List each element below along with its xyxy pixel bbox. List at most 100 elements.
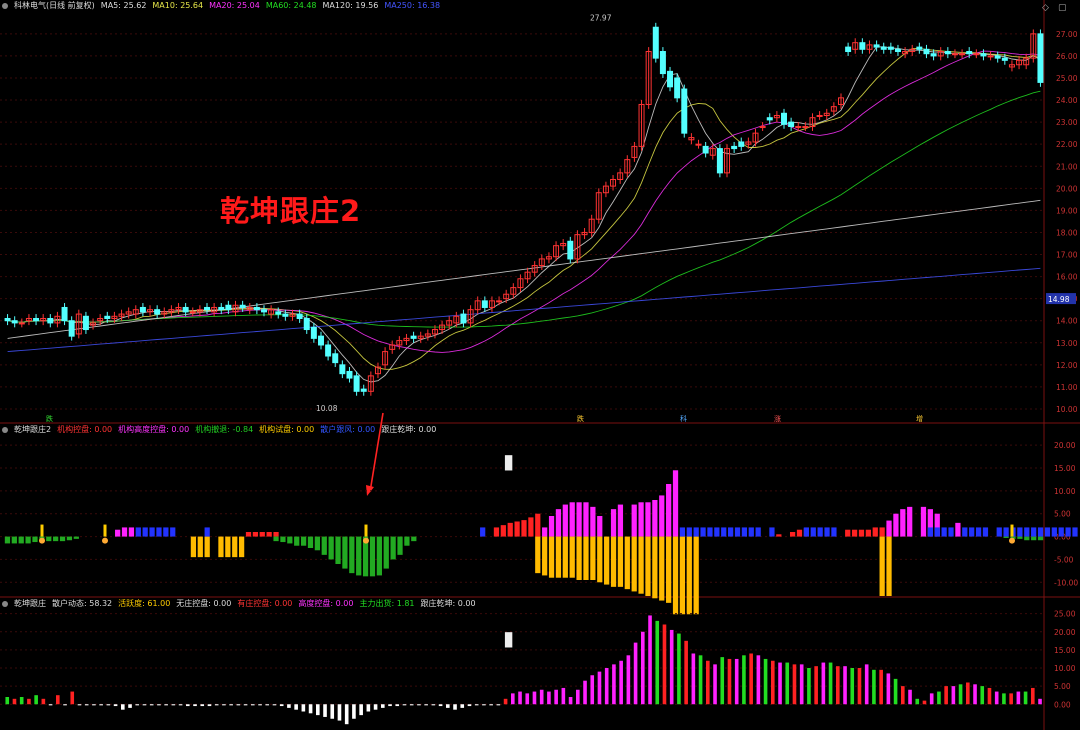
bar-机构撤退 xyxy=(383,536,389,569)
candle-body xyxy=(261,309,267,313)
price-tag-label: 14.98 xyxy=(1048,295,1070,304)
activity-bar xyxy=(121,704,125,710)
activity-bar xyxy=(583,680,587,705)
low-header-item: 散户动态: 58.32 xyxy=(52,599,113,608)
activity-bar xyxy=(63,704,67,706)
mid-header-item: 散户跟风: 0.00 xyxy=(320,425,376,434)
low-header-item: 有庄控盘: 0.00 xyxy=(237,599,293,608)
activity-bar xyxy=(901,686,905,705)
mid-header-item: 跟庄乾坤: 0.00 xyxy=(381,425,437,434)
activity-bar xyxy=(251,704,255,706)
bar-散户跟风 xyxy=(728,527,734,537)
bar-散户跟风 xyxy=(1017,527,1023,537)
event-marker: 涨 xyxy=(774,414,781,423)
candle-body xyxy=(410,335,417,339)
activity-bar xyxy=(402,704,407,706)
activity-bar xyxy=(843,666,847,705)
bar-机构高度控盘 xyxy=(542,527,548,537)
bar-机构高度控盘 xyxy=(617,504,624,537)
y-tick-label: 24.00 xyxy=(1056,96,1078,105)
panel-dot-icon[interactable] xyxy=(2,2,8,9)
bar-机构试盘 xyxy=(583,536,589,580)
activity-bar xyxy=(771,660,775,705)
overlay-title: 乾坤跟庄2 xyxy=(220,194,362,228)
bar-散户跟风 xyxy=(927,527,933,537)
activity-bar xyxy=(56,695,60,705)
candle-body xyxy=(154,309,161,315)
main-header-item: MA120: 19.56 xyxy=(322,1,379,10)
bar-散户跟风 xyxy=(1051,527,1057,537)
bar-机构试盘 xyxy=(604,536,610,585)
bar-散户跟风 xyxy=(700,527,706,537)
activity-bar xyxy=(554,689,558,705)
candle-body xyxy=(189,311,196,314)
bar-散户跟风 xyxy=(1037,527,1044,537)
candle-body xyxy=(18,322,25,325)
bar-机构试盘 xyxy=(610,536,617,587)
activity-bar xyxy=(113,704,118,707)
chart-canvas[interactable]: 27.00 26.00 25.00 24.00 23.00 22.00 21.00 20.00… xyxy=(0,0,1080,730)
window-restore-icon[interactable]: ◇ xyxy=(1042,3,1049,13)
y-tick-label: 10.00 xyxy=(1054,487,1076,496)
bar-机构试盘 xyxy=(590,536,596,580)
y-tick-label: 17.00 xyxy=(1056,251,1078,260)
activity-bar xyxy=(171,704,176,706)
activity-bar xyxy=(604,668,609,705)
activity-bar xyxy=(1016,691,1021,705)
activity-bar xyxy=(677,633,681,705)
bar-散户跟风 xyxy=(149,527,155,537)
activity-bar xyxy=(864,664,869,705)
bar-散户跟风 xyxy=(679,527,686,537)
bar-散户跟风 xyxy=(982,527,989,537)
panel-dot-icon[interactable] xyxy=(2,426,8,433)
mid-header-item: 机构控盘: 0.00 xyxy=(57,425,113,434)
window-maximize-icon[interactable]: ▢ xyxy=(1058,3,1067,13)
candle-body xyxy=(816,115,823,117)
bar-机构试盘 xyxy=(232,536,238,558)
bar-机构撤退 xyxy=(307,536,314,548)
y-tick-label: 23.00 xyxy=(1056,118,1078,127)
mid-header-items: 乾坤跟庄2 机构控盘: 0.00 机构高度控盘: 0.00 机构撤退: -0.84 机构… xyxy=(14,425,442,434)
bar-机构试盘 xyxy=(569,536,575,578)
candle-body xyxy=(4,318,11,322)
activity-bar xyxy=(814,666,818,705)
bar-机构试盘 xyxy=(535,536,541,574)
high-price-label: 27.97 xyxy=(590,14,612,23)
bar-机构高度控盘 xyxy=(666,484,672,537)
bar-机构撤退 xyxy=(321,536,327,555)
signal-dot xyxy=(102,537,108,544)
activity-bar xyxy=(576,689,580,705)
bar-散户跟风 xyxy=(693,527,699,537)
activity-bar xyxy=(850,668,855,705)
bar-散户跟风 xyxy=(714,527,720,537)
activity-bar xyxy=(323,704,327,717)
panel-dot-icon[interactable] xyxy=(2,600,8,607)
activity-bar xyxy=(1023,691,1028,705)
bar-机构控盘 xyxy=(535,513,541,537)
activity-bar xyxy=(893,678,898,705)
activity-bar xyxy=(915,698,920,705)
bar-机构控盘 xyxy=(500,525,506,537)
bar-散户跟风 xyxy=(769,527,775,537)
bar-机构试盘 xyxy=(645,536,651,596)
bar-机构控盘 xyxy=(245,532,252,537)
event-marker: 科 xyxy=(680,414,687,423)
low-price-label: 10.08 xyxy=(316,404,338,413)
activity-bar xyxy=(84,704,89,706)
activity-bar xyxy=(547,691,551,705)
bar-机构试盘 xyxy=(879,536,885,596)
bar-散户跟风 xyxy=(969,527,975,537)
activity-bar xyxy=(706,660,710,705)
candle-body xyxy=(731,145,738,150)
bar-机构撤退 xyxy=(335,536,341,564)
candle-body xyxy=(11,320,18,324)
activity-bar xyxy=(1038,698,1042,705)
y-tick-label: 5.00 xyxy=(1054,682,1071,691)
bar-机构撤退 xyxy=(4,536,11,544)
signal-marker xyxy=(1010,524,1014,537)
bar-机构试盘 xyxy=(197,536,203,558)
candle-body xyxy=(325,344,332,357)
bar-机构控盘 xyxy=(528,517,534,537)
low-header-item: 主力出货: 1.81 xyxy=(359,599,415,608)
bar-机构控盘 xyxy=(845,529,851,537)
